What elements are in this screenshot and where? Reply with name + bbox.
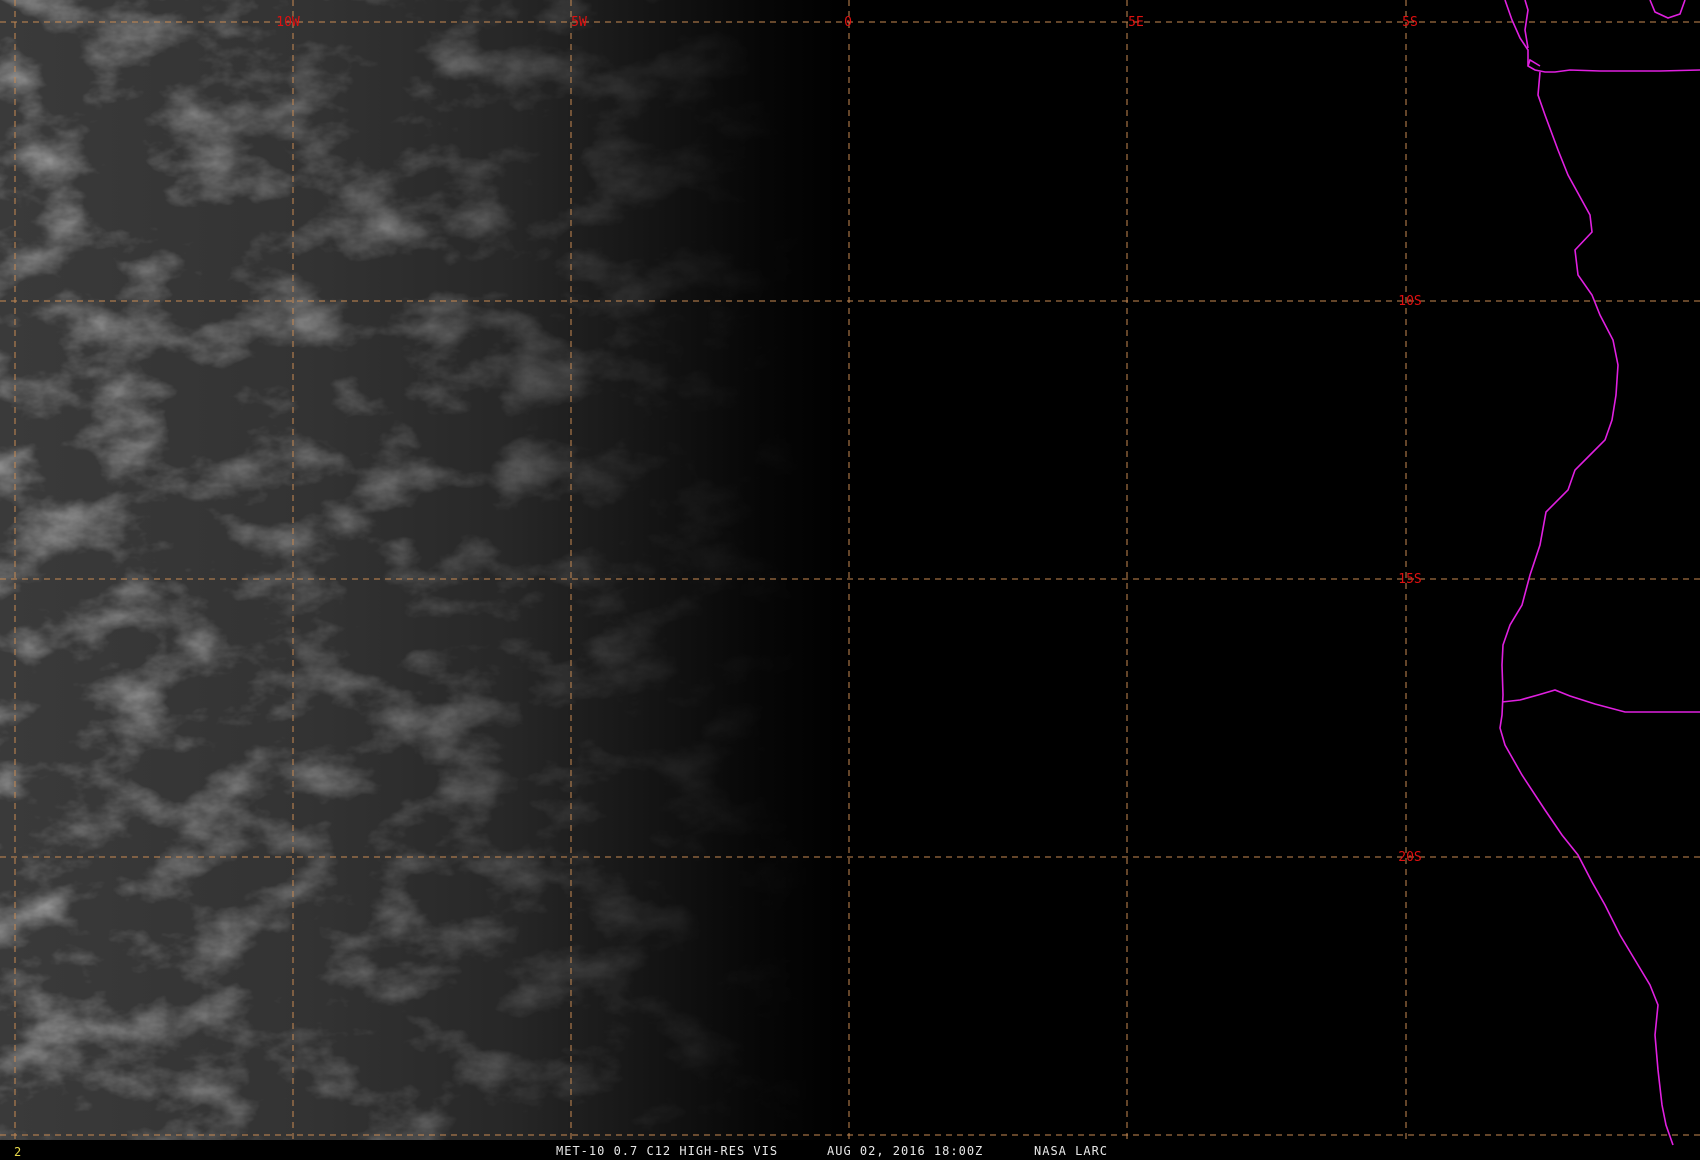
longitude-label: 0 [844, 15, 852, 30]
satellite-image: 10W 5W 0 5E 5S 10S 15S 20S [0, 0, 1700, 1146]
cloud-field [0, 0, 1700, 1140]
latitude-label: 10S [1398, 294, 1421, 309]
frame-number: 2 [14, 1145, 22, 1159]
latitude-label: 20S [1398, 850, 1421, 865]
latitude-label: 15S [1398, 572, 1421, 587]
datetime-label: AUG 02, 2016 18:00Z [827, 1144, 984, 1158]
latitude-label: 5S [1402, 15, 1418, 30]
product-label: MET-10 0.7 C12 HIGH-RES VIS [556, 1144, 779, 1158]
longitude-label: 5W [571, 15, 587, 30]
satellite-image-viewer: 10W 5W 0 5E 5S 10S 15S 20S 2 MET-10 0.7 C12 HIG… [0, 0, 1700, 1160]
longitude-label: 5E [1128, 15, 1144, 30]
longitude-label: 10W [276, 15, 300, 30]
credit-label: NASA LARC [1034, 1144, 1109, 1158]
